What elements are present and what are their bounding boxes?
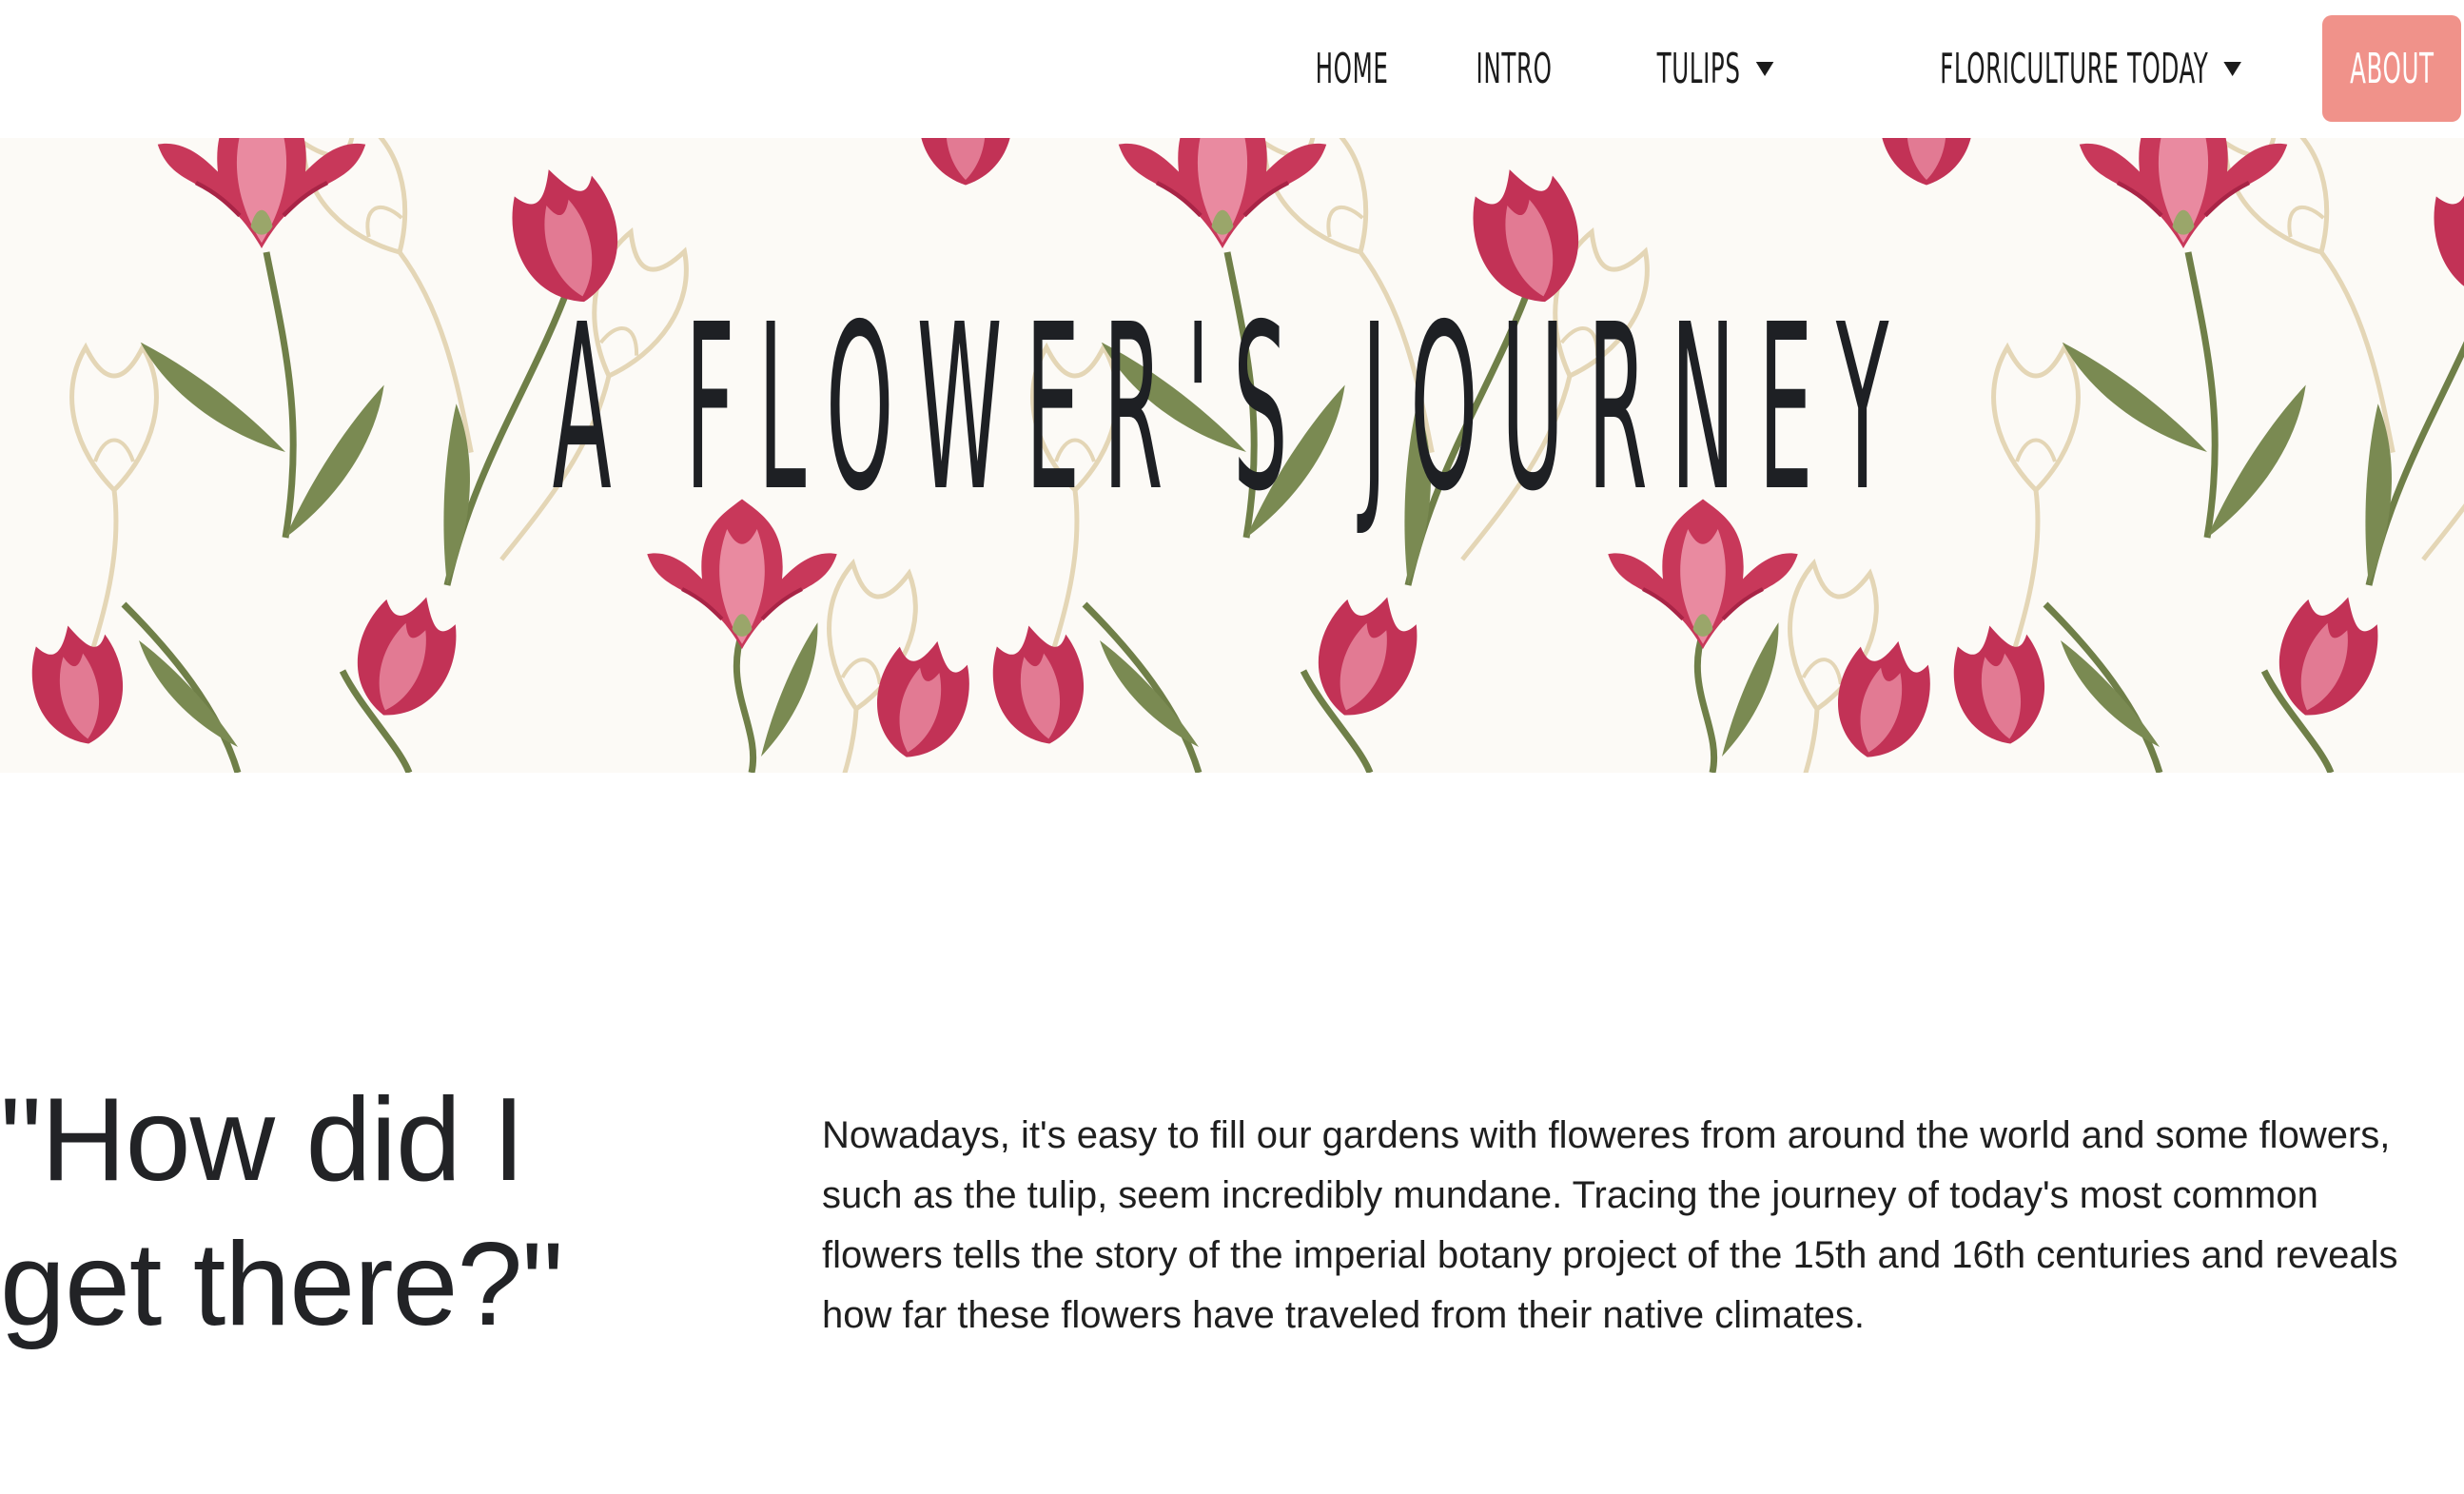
- pull-quote: "How did I get there?": [0, 1074, 563, 1350]
- navbar: Home Intro Tulips Floriculture Today Abo…: [0, 0, 2464, 138]
- nav-link-home[interactable]: Home: [1295, 15, 1408, 122]
- caret-down-icon: [2223, 61, 2241, 76]
- nav-dropdown-floriculture-today[interactable]: Floriculture Today: [1920, 15, 2261, 122]
- nav-link-label: Tulips: [1656, 44, 1741, 93]
- nav-link-intro[interactable]: Intro: [1456, 15, 1572, 122]
- about-button[interactable]: About: [2322, 15, 2461, 122]
- hero-banner: A Flower's Journey: [0, 138, 2464, 773]
- intro-paragraph: Nowadays, it's easy to fill our gardens …: [822, 1114, 2398, 1336]
- about-button-label: About: [2349, 44, 2435, 93]
- nav-link-label: Floriculture Today: [1939, 44, 2209, 93]
- hero-title-wrap: A Flower's Journey: [0, 138, 2464, 773]
- caret-down-icon: [1755, 61, 1774, 76]
- nav-dropdown-tulips[interactable]: Tulips: [1636, 15, 1793, 122]
- nav-link-label: Intro: [1476, 44, 1553, 93]
- nav-link-label: Home: [1315, 44, 1389, 93]
- hero-title: A Flower's Journey: [552, 274, 1912, 541]
- nav-menu: Home Intro Tulips Floriculture Today Abo…: [1261, 15, 2461, 122]
